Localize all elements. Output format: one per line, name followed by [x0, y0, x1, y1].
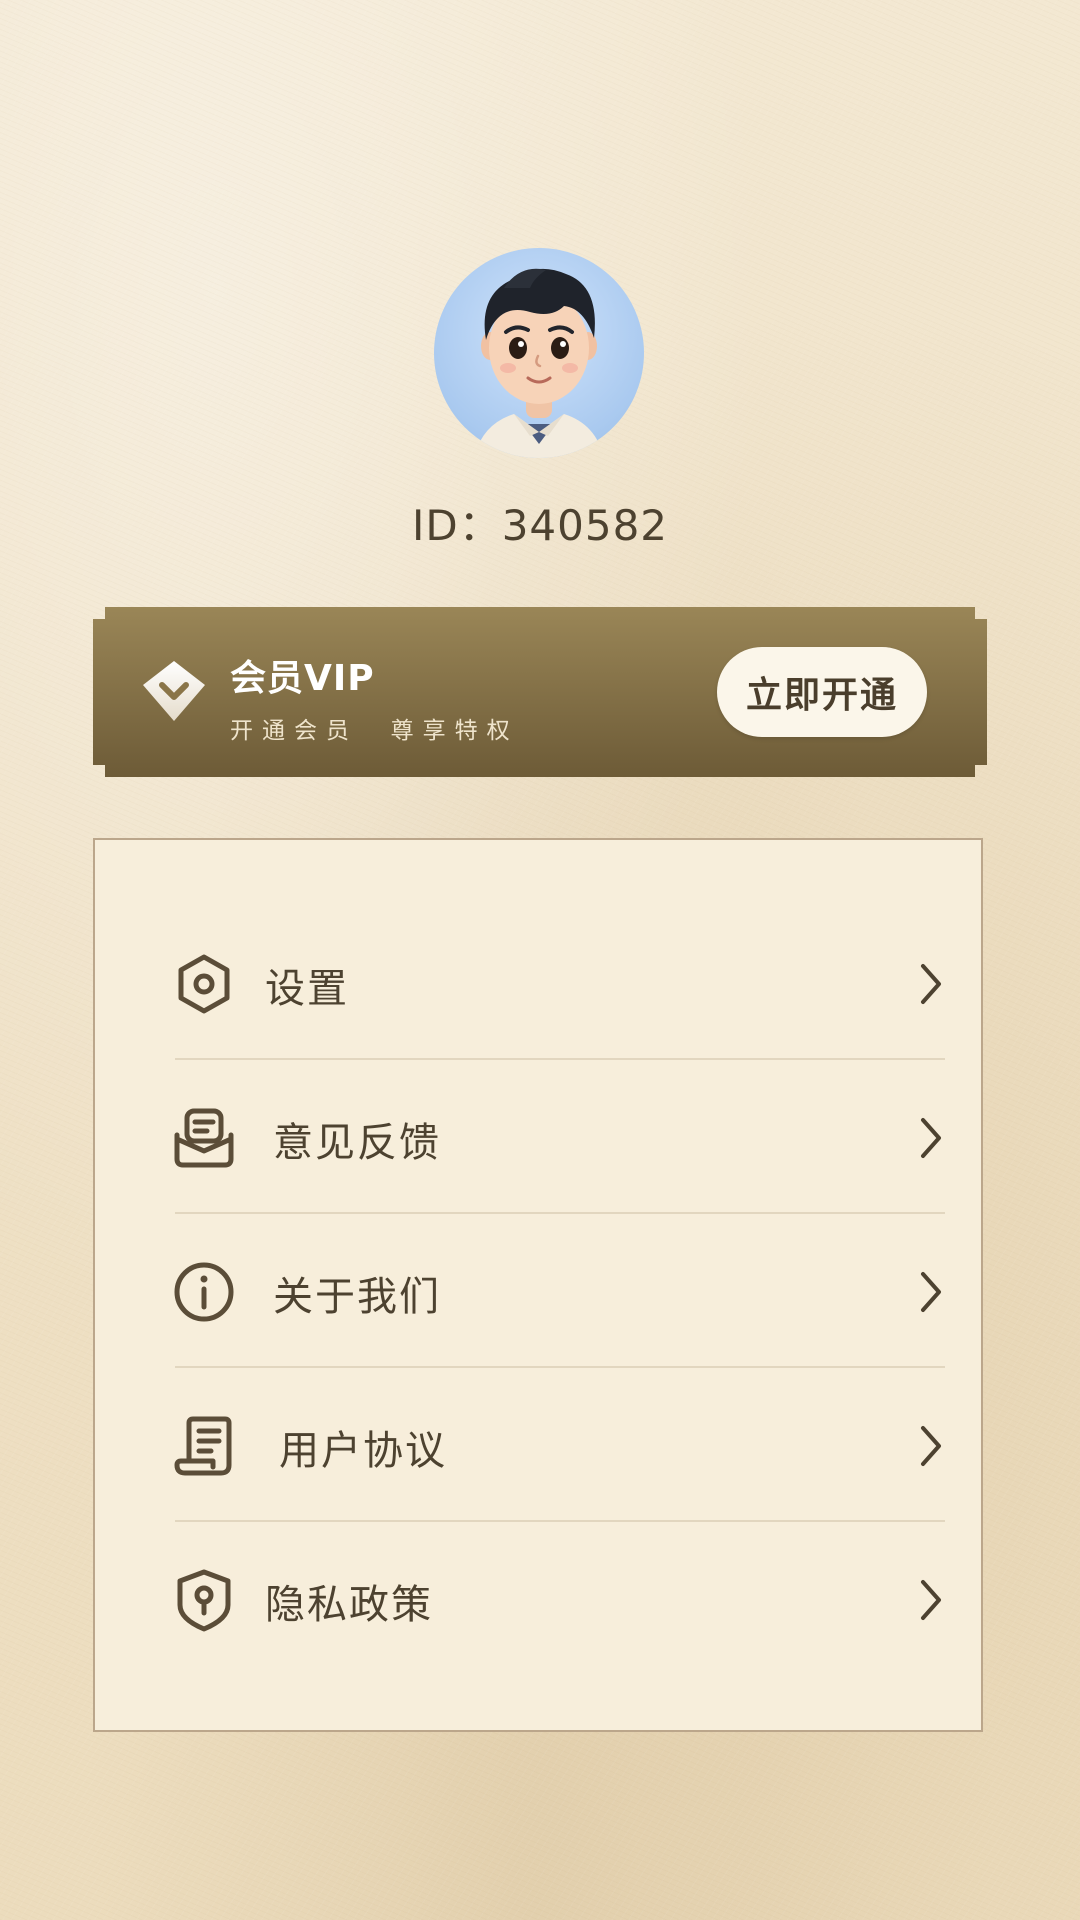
menu-card: 设置 意见反馈 关于我们 用户协议 隐私政策 [93, 838, 983, 1732]
chevron-right-icon [921, 1272, 941, 1312]
menu-item-about-us[interactable]: 关于我们 [174, 1214, 945, 1368]
menu-item-settings[interactable]: 设置 [175, 906, 945, 1060]
privacy-shield-icon [177, 1569, 231, 1632]
user-id: ID：340582 [411, 501, 669, 550]
chevron-right-icon [921, 964, 941, 1004]
chevron-right-icon [921, 1580, 941, 1620]
chevron-right-icon [921, 1426, 941, 1466]
menu-item-feedback[interactable]: 意见反馈 [174, 1060, 945, 1214]
diamond-icon [143, 661, 205, 721]
activate-vip-button[interactable]: 立即开通 [717, 647, 927, 737]
document-scroll-icon [174, 1416, 232, 1476]
feedback-mail-icon [174, 1108, 234, 1168]
menu-item-label: 用户协议 [279, 1428, 447, 1474]
vip-title: 会员VIP [230, 658, 375, 699]
settings-hexagon-icon [178, 954, 230, 1014]
info-circle-icon [174, 1262, 234, 1322]
vip-subtitle: 开通会员 尊享特权 [230, 718, 519, 744]
menu-item-label: 意见反馈 [273, 1120, 441, 1166]
menu-item-user-agreement[interactable]: 用户协议 [174, 1368, 945, 1522]
menu-item-label: 隐私政策 [265, 1582, 433, 1628]
menu-item-privacy-policy[interactable]: 隐私政策 [175, 1522, 945, 1676]
vip-banner[interactable]: 会员VIP 开通会员 尊享特权 立即开通 [93, 607, 987, 777]
chevron-right-icon [921, 1118, 941, 1158]
menu-item-label: 关于我们 [273, 1274, 441, 1320]
avatar[interactable] [434, 248, 644, 458]
menu-item-label: 设置 [265, 966, 349, 1012]
